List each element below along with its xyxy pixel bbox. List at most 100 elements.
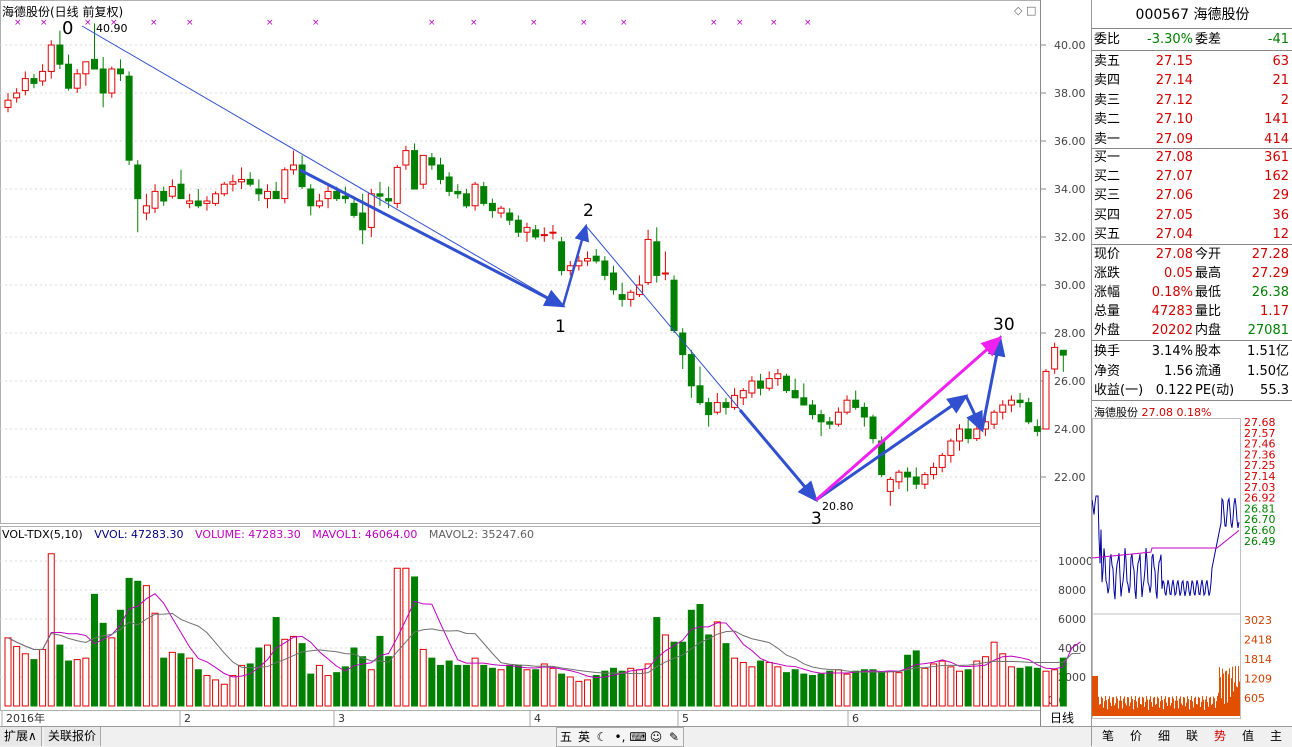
price-tick-label: 32.00	[1054, 231, 1086, 244]
volume-bar	[462, 664, 470, 707]
candle-body	[1051, 346, 1059, 370]
right-tab-0[interactable]: 笔	[1096, 727, 1120, 746]
bid-row-label: 买二	[1094, 169, 1121, 185]
intraday-chart[interactable]: 27.6827.5727.4627.3627.2527.1427.0326.92…	[1092, 418, 1292, 726]
candle-body	[912, 476, 920, 485]
volume-bar	[445, 660, 453, 707]
candle-body	[402, 150, 410, 166]
date-label: 6	[852, 712, 859, 725]
candle-body	[549, 231, 557, 234]
volume-bar	[826, 670, 834, 707]
candle-body	[376, 193, 384, 197]
low-price-label: 20.80	[822, 500, 854, 513]
ask-row-label: 卖二	[1094, 112, 1121, 128]
stat-row-value: 47283	[1151, 304, 1193, 319]
kline-chart-svg[interactable]: 40.00 38.00 36.00 34.00 32.00 30.00 28.00 26.00…	[0, 0, 1092, 726]
ask-row: 卖一 27.09 414	[1092, 130, 1292, 149]
volume-bar	[385, 656, 393, 707]
bid-row-value: 27.08	[1155, 150, 1193, 165]
volume-bar	[220, 683, 228, 707]
right-tab-3[interactable]: 联	[1180, 727, 1204, 746]
volume-bar	[938, 660, 946, 707]
fund-row: 净资 1.56 流通 1.50亿	[1092, 362, 1292, 381]
volume-bar	[134, 580, 142, 707]
kline-chart-area[interactable]: 40.00 38.00 36.00 34.00 32.00 30.00 28.00 26.00…	[0, 0, 1092, 747]
right-tab-4[interactable]: 势	[1208, 727, 1232, 746]
wave-label-0: 0	[62, 18, 73, 39]
fund-row-label2: 流通	[1195, 363, 1222, 379]
candle-body	[783, 375, 790, 392]
volume-bar	[930, 663, 938, 707]
candle-body	[272, 190, 280, 200]
expand-tab[interactable]: 扩展∧	[0, 727, 42, 746]
dot-icon[interactable]: •,	[611, 728, 629, 746]
candle-body	[350, 202, 358, 216]
candle-body	[393, 166, 401, 204]
ask-row: 卖五 27.15 63	[1092, 52, 1292, 71]
right-tab-1[interactable]: 价	[1124, 727, 1148, 746]
volume-bar	[566, 676, 574, 707]
volume-bar	[91, 593, 98, 707]
volume-bar	[558, 673, 566, 707]
candle-body	[904, 471, 912, 478]
candle-body	[800, 397, 808, 406]
keyboard-icon[interactable]: ⌨	[629, 728, 647, 746]
bid-row-value: 27.06	[1155, 188, 1193, 204]
price-tick-label: 28.00	[1054, 327, 1086, 340]
volume-bar	[610, 667, 617, 707]
volume-bar	[964, 669, 972, 707]
fund-row-value: 3.14%	[1151, 344, 1193, 359]
volume-bar	[834, 669, 842, 707]
stat-row-value: 20202	[1151, 323, 1193, 338]
ime-wubi[interactable]: 五	[557, 728, 575, 746]
volume-bar	[307, 673, 315, 707]
ask-row: 卖四 27.14 21	[1092, 71, 1292, 90]
candle-body	[540, 234, 548, 237]
bid-row-label: 买四	[1094, 207, 1121, 223]
right-tab-5[interactable]: 值	[1236, 727, 1260, 746]
moon-icon[interactable]: ☾	[593, 728, 611, 746]
candle-body	[990, 411, 998, 425]
candle-body	[817, 414, 825, 423]
price-tick-label: 26.00	[1054, 375, 1086, 388]
bid-row: 买三 27.06 29	[1092, 186, 1292, 205]
stock-code-name: 000567 海德股份	[1092, 2, 1292, 29]
stat-row: 涨跌 0.05 最高 27.29	[1092, 264, 1292, 283]
volume-bar	[584, 679, 592, 707]
right-tab-6[interactable]: 主	[1264, 727, 1288, 746]
candle-body	[938, 454, 946, 468]
wrench-icon[interactable]: ✎	[665, 728, 683, 746]
stat-row-label: 外盘	[1094, 323, 1121, 338]
ime-english[interactable]: 英	[575, 728, 593, 746]
ask-row-value2: 63	[1272, 54, 1289, 69]
volume-bar	[904, 654, 912, 707]
candle-body	[255, 188, 263, 195]
candle-body	[808, 404, 816, 416]
candle-body	[333, 190, 341, 200]
volume-bar	[238, 664, 246, 707]
stat-row-value2: 1.17	[1260, 304, 1289, 319]
bid-row-value2: 162	[1264, 169, 1289, 185]
ask-row-value: 27.15	[1155, 54, 1193, 69]
volume-bar	[1016, 667, 1024, 707]
right-tab-2[interactable]: 细	[1152, 727, 1176, 746]
user-icon[interactable]: ☺	[647, 728, 665, 746]
vol-indicator-name: VOL-TDX(5,10)	[2, 528, 83, 541]
volume-bar	[13, 646, 21, 707]
price-tick-label: 40.00	[1054, 39, 1086, 52]
candle-body	[307, 188, 315, 207]
volume-bar	[333, 672, 341, 707]
stat-row-value2: 27081	[1247, 323, 1289, 338]
signal-marker: ×	[312, 18, 320, 28]
candle-body	[125, 75, 133, 161]
ime-toolbar[interactable]: 五英 ☾ •, ⌨ ☺ ✎	[556, 727, 684, 747]
volume-bar	[661, 634, 669, 707]
volume-bar	[800, 673, 808, 707]
volume-bar	[506, 664, 514, 707]
volume-bar	[523, 669, 531, 707]
related-quotes-tab[interactable]: 关联报价	[44, 727, 102, 746]
volume-bar	[1042, 670, 1050, 707]
volume-bar	[177, 653, 185, 707]
volume-bar	[212, 679, 220, 707]
stat-row-label2: 内盘	[1195, 323, 1222, 338]
